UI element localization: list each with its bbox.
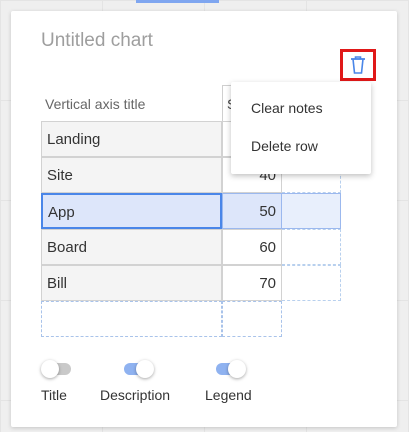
trash-icon [351, 56, 365, 74]
toggle-knob [136, 360, 154, 378]
empty-label-cell[interactable] [41, 301, 222, 337]
value-cell[interactable]: 70 [222, 265, 282, 301]
menu-item-clear-notes[interactable]: Clear notes [231, 90, 371, 128]
label-cell[interactable]: Landing [41, 121, 222, 157]
legend-toggle[interactable] [216, 360, 246, 378]
legend-toggle-label: Legend [205, 387, 252, 403]
table-row-empty [41, 301, 341, 337]
empty-value-cell[interactable] [222, 301, 282, 337]
chart-title[interactable]: Untitled chart [41, 30, 153, 52]
label-cell[interactable]: Site [41, 157, 222, 193]
label-cell[interactable]: App [41, 193, 222, 229]
table-row: Bill 70 [41, 265, 341, 301]
empty-cell[interactable] [282, 193, 341, 229]
title-toggle-label: Title [41, 387, 67, 403]
value-cell[interactable]: 50 [222, 193, 282, 229]
description-toggle[interactable] [124, 360, 154, 378]
menu-item-delete-row[interactable]: Delete row [231, 128, 371, 166]
empty-cell[interactable] [282, 265, 341, 301]
label-cell[interactable]: Bill [41, 265, 222, 301]
context-menu: Clear notes Delete row [231, 82, 371, 174]
empty-cell[interactable] [282, 229, 341, 265]
toggle-knob [41, 360, 59, 378]
delete-button[interactable] [340, 49, 376, 81]
value-cell[interactable]: 60 [222, 229, 282, 265]
vertical-axis-title-header: Vertical axis title [45, 96, 146, 112]
toggle-knob [228, 360, 246, 378]
table-row-selected: App 50 [41, 193, 341, 229]
table-row: Board 60 [41, 229, 341, 265]
label-cell[interactable]: Board [41, 229, 222, 265]
top-accent-bar [136, 0, 219, 3]
title-toggle[interactable] [41, 360, 73, 378]
description-toggle-label: Description [100, 387, 171, 403]
